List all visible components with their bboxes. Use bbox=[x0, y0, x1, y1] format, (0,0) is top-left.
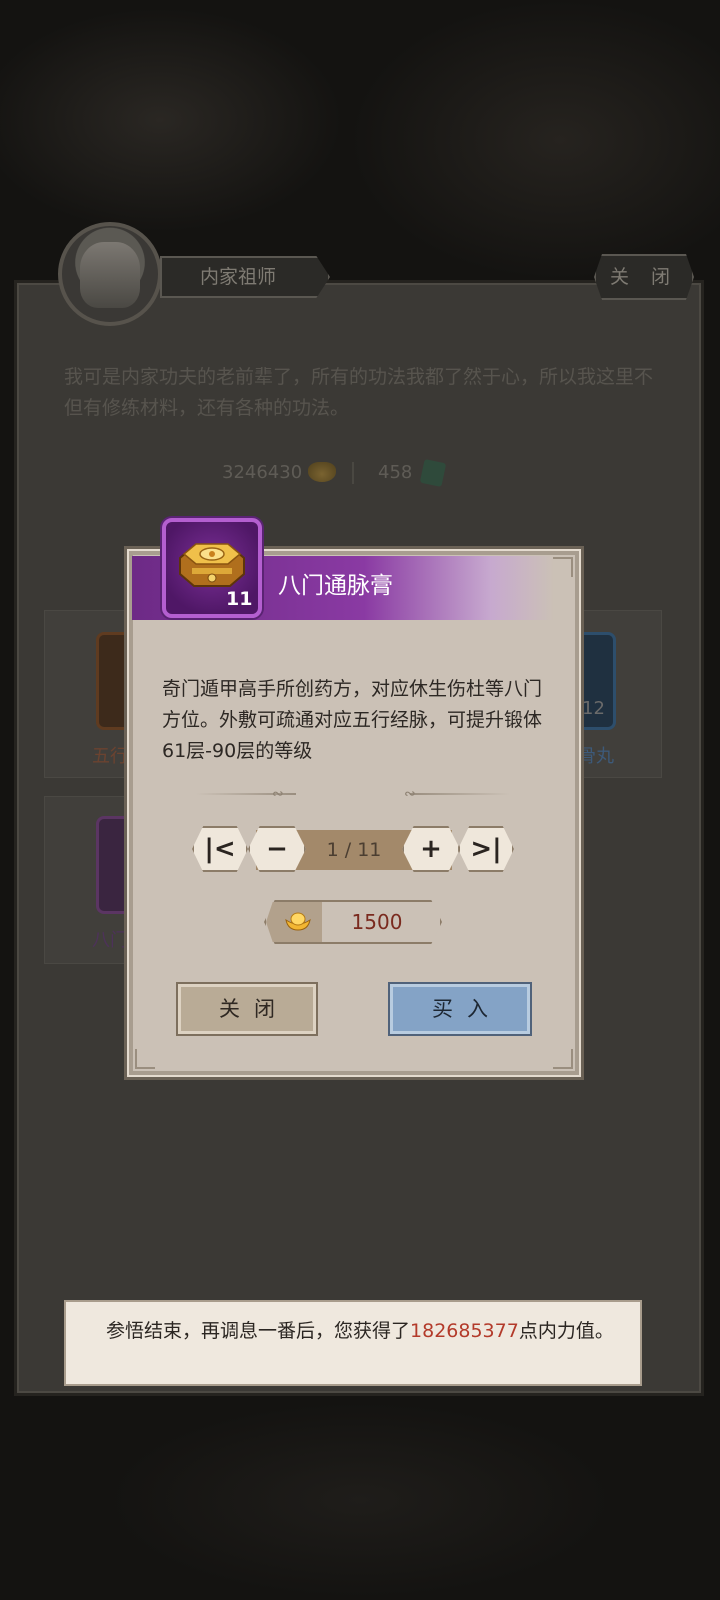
reward-amount: 182685377 bbox=[410, 1320, 519, 1342]
shop-item-label: 五行 bbox=[92, 746, 128, 767]
corner-ornament bbox=[553, 1049, 573, 1069]
npc-name-tag: 内家祖师 bbox=[160, 256, 330, 298]
octagonal-gold-box-icon bbox=[179, 543, 245, 587]
item-name: 八门通脉膏 bbox=[278, 573, 393, 599]
gold-ingot-icon bbox=[308, 462, 336, 482]
item-quantity: 11 bbox=[226, 588, 253, 610]
item-description: 奇门遁甲高手所创药方，对应休生伤杜等八门方位。外敷可疏通对应五行经脉，可提升锻体… bbox=[162, 678, 543, 762]
increase-quantity-button[interactable]: + bbox=[402, 826, 460, 872]
min-quantity-button[interactable]: |< bbox=[192, 826, 248, 872]
currency-divider bbox=[352, 462, 354, 484]
reward-suffix: 点内力值。 bbox=[518, 1320, 614, 1342]
corner-ornament bbox=[553, 557, 573, 577]
quantity-value: 1 / 11 bbox=[326, 839, 382, 861]
gold-ingot-icon bbox=[285, 912, 311, 931]
swirl-ornament-icon: ∾ bbox=[272, 786, 284, 802]
reward-prefix: 参悟结束，再调息一番后，您获得了 bbox=[106, 1320, 411, 1342]
buy-button[interactable]: 买入 bbox=[388, 982, 532, 1036]
jade-amount: 458 bbox=[378, 462, 413, 483]
shop-close-button[interactable]: 关 闭 bbox=[594, 254, 694, 300]
corner-ornament bbox=[135, 1049, 155, 1069]
reward-message: 参悟结束，再调息一番后，您获得了182685377点内力值。 bbox=[106, 1318, 626, 1344]
npc-portrait bbox=[80, 242, 140, 308]
dialog-close-button[interactable]: 关闭 bbox=[176, 982, 318, 1036]
max-quantity-button[interactable]: >| bbox=[458, 826, 514, 872]
npc-avatar bbox=[58, 222, 162, 326]
price-value: 1500 bbox=[351, 910, 403, 934]
npc-intro-text: 我可是内家功夫的老前辈了，所有的功法我都了然于心，所以我这里不但有修练材料，还有… bbox=[64, 366, 654, 419]
shop-item-label: 八门 bbox=[92, 930, 128, 951]
ornament-divider bbox=[410, 793, 510, 795]
swirl-ornament-icon: ∾ bbox=[404, 786, 416, 802]
gold-amount: 3246430 bbox=[222, 462, 303, 483]
shop-item-count: 12 bbox=[582, 698, 605, 719]
decrease-quantity-button[interactable]: − bbox=[248, 826, 306, 872]
